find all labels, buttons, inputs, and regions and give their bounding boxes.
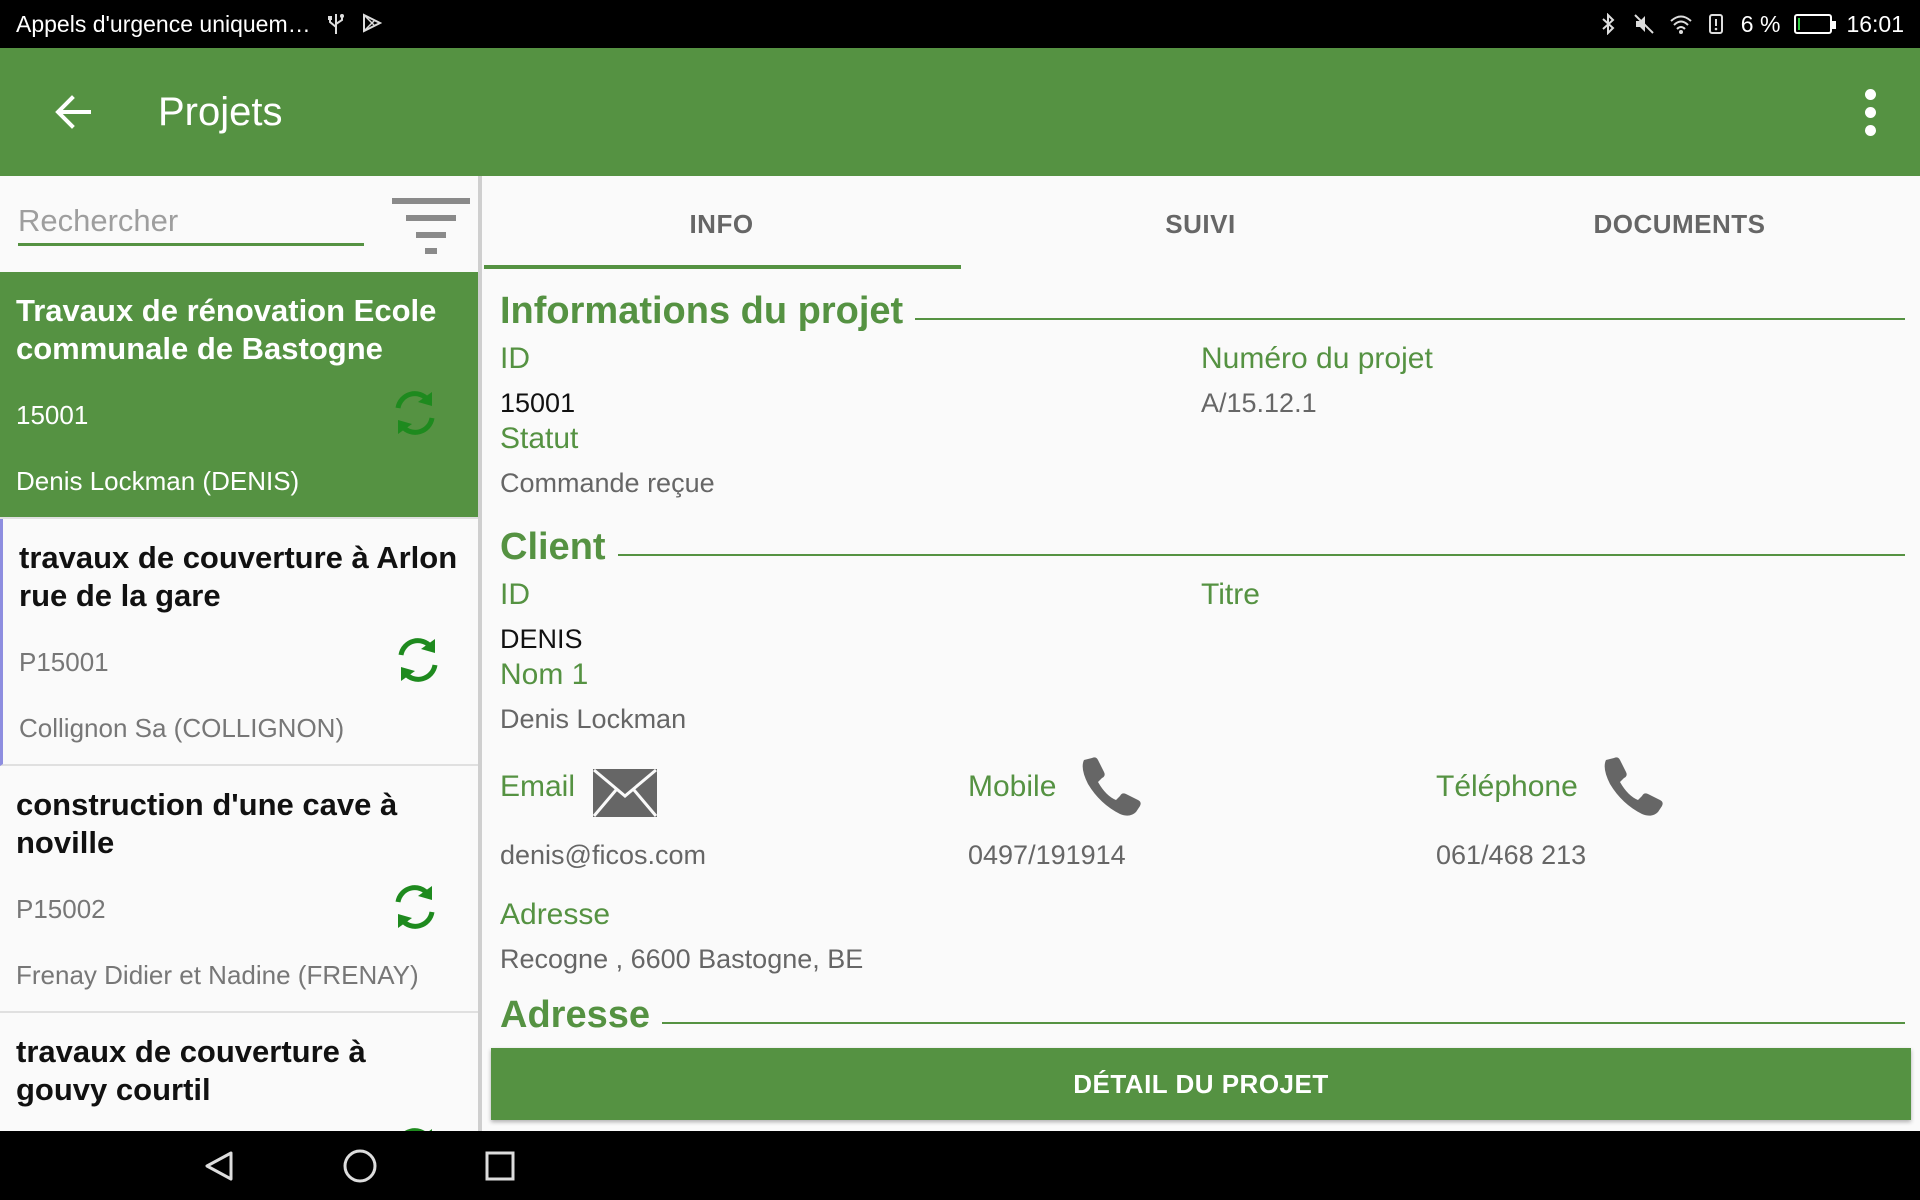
play-store-icon <box>361 13 383 35</box>
project-list-panel: Travaux de rénovation Ecole communale de… <box>0 176 480 1131</box>
project-client: Frenay Didier et Nadine (FRENAY) <box>16 960 419 990</box>
telephone-icon[interactable] <box>1600 754 1666 820</box>
navigation-bar <box>0 1131 1920 1200</box>
mobile-phone-icon[interactable] <box>1078 754 1144 820</box>
recents-nav-icon[interactable] <box>475 1141 525 1191</box>
usb-icon <box>325 13 347 35</box>
more-vert-icon[interactable] <box>1838 80 1902 144</box>
tab-bar: INFO SUIVI DOCUMENTS <box>482 176 1920 272</box>
back-nav-icon[interactable] <box>195 1141 245 1191</box>
project-id-value: 15001 <box>500 388 576 418</box>
tab-documents[interactable]: DOCUMENTS <box>1440 176 1919 272</box>
email-label: Email <box>500 770 576 803</box>
section-title: Client <box>500 526 606 568</box>
project-list-item[interactable]: construction d'une cave à noville P15002 F… <box>0 766 480 1013</box>
address-header: Adresse <box>500 994 1905 1037</box>
project-list-item[interactable]: travaux de couverture à Arlon rue de la … <box>0 519 480 766</box>
project-title: travaux de couverture à gouvy courtil <box>16 1034 366 1107</box>
status-value: Commande reçue <box>500 468 715 498</box>
battery-fill <box>1798 18 1801 30</box>
mobile-label: Mobile <box>968 770 1057 803</box>
email-value[interactable]: denis@ficos.com <box>500 840 706 871</box>
address-value: Recogne , 6600 Bastogne, BE <box>500 944 864 974</box>
notification-text: Appels d'urgence uniquem… <box>16 10 311 37</box>
status-label: Statut <box>500 422 579 455</box>
project-title: construction d'une cave à noville <box>16 787 398 860</box>
sync-icon[interactable] <box>391 633 445 687</box>
status-bar: Appels d'urgence uniquem… 6 % 16:01 <box>0 0 1920 48</box>
project-client: Collignon Sa (COLLIGNON) <box>19 713 345 743</box>
filter-icon[interactable] <box>392 198 470 254</box>
clock: 16:01 <box>1846 10 1904 37</box>
project-list-item[interactable]: travaux de couverture à gouvy courtil <box>0 1013 480 1131</box>
project-number-value: A/15.12.1 <box>1201 388 1317 418</box>
client-title-label: Titre <box>1201 578 1260 611</box>
section-title: Informations du projet <box>500 290 904 332</box>
wifi-icon <box>1669 13 1692 35</box>
project-detail-button[interactable]: DÉTAIL DU PROJET <box>491 1048 1911 1120</box>
battery-icon <box>1794 14 1837 34</box>
bluetooth-icon <box>1597 12 1619 36</box>
project-title: Travaux de rénovation Ecole communale de… <box>16 293 437 366</box>
project-list: Travaux de rénovation Ecole communale de… <box>0 272 480 1131</box>
status-bar-left: Appels d'urgence uniquem… <box>16 11 383 38</box>
battery-percent: 6 % <box>1740 10 1781 37</box>
mobile-value[interactable]: 0497/191914 <box>968 840 1126 871</box>
phone-label: Téléphone <box>1436 770 1578 803</box>
search-input[interactable] <box>18 198 364 246</box>
back-button[interactable] <box>38 77 108 147</box>
section-rule <box>915 317 1905 320</box>
project-number-label: Numéro du projet <box>1201 342 1433 375</box>
client-name-label: Nom 1 <box>500 658 589 691</box>
arrow-left-icon <box>55 95 91 129</box>
project-info-header: Informations du projet <box>500 290 1905 333</box>
project-title: travaux de couverture à Arlon rue de la … <box>19 540 458 613</box>
home-nav-icon[interactable] <box>335 1141 385 1191</box>
section-rule <box>661 1021 1905 1024</box>
tab-suivi[interactable]: SUIVI <box>961 176 1440 272</box>
project-number: 15001 <box>16 400 89 430</box>
search-row <box>0 176 480 272</box>
address-label: Adresse <box>500 898 611 931</box>
tab-info[interactable]: INFO <box>482 176 961 272</box>
email-icon[interactable] <box>592 760 658 826</box>
client-header: Client <box>500 526 1905 569</box>
client-id-label: ID <box>500 578 530 611</box>
project-detail-panel: INFO SUIVI DOCUMENTS Informations du pro… <box>482 176 1920 1131</box>
status-bar-right: 6 % 16:01 <box>1597 11 1904 38</box>
section-title: Adresse <box>500 994 650 1036</box>
project-number: P15001 <box>19 647 109 677</box>
project-id-label: ID <box>500 342 530 375</box>
project-number: P15002 <box>16 894 106 924</box>
client-name-value: Denis Lockman <box>500 704 687 734</box>
project-client: Denis Lockman (DENIS) <box>16 466 300 496</box>
app-bar: Projets <box>0 48 1920 176</box>
sync-icon[interactable] <box>388 386 442 440</box>
section-rule <box>617 553 1905 556</box>
mute-icon <box>1633 13 1655 35</box>
client-id-value: DENIS <box>500 624 583 654</box>
alert-icon <box>1705 13 1727 35</box>
page-title: Projets <box>158 89 283 134</box>
sync-icon[interactable] <box>388 880 442 934</box>
project-list-item[interactable]: Travaux de rénovation Ecole communale de… <box>0 272 480 519</box>
sync-icon[interactable] <box>388 1123 442 1131</box>
phone-value[interactable]: 061/468 213 <box>1436 840 1586 871</box>
